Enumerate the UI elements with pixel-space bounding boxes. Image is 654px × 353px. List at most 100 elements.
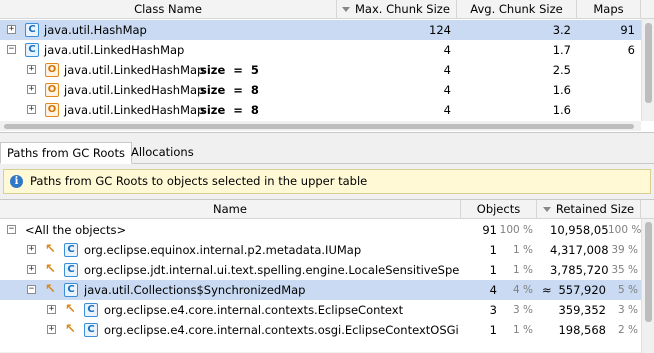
retained-size-percent: 39 % bbox=[611, 244, 638, 256]
expand-icon[interactable]: + bbox=[47, 325, 56, 334]
retained-size-value: 198,568 bbox=[558, 323, 606, 337]
class-icon: C bbox=[64, 263, 78, 277]
tab-paths-from-gc-roots[interactable]: Paths from GC Roots bbox=[0, 142, 132, 164]
paths-table-vertical-scroll-thumb[interactable] bbox=[645, 222, 652, 322]
gc-root-path-icon: ↖ bbox=[45, 242, 56, 257]
path-table-row[interactable]: − ↖ Cjava.util.Collections$SynchronizedMap… bbox=[0, 280, 641, 300]
collapse-icon[interactable]: − bbox=[7, 225, 16, 234]
column-header-maps[interactable]: Maps bbox=[577, 0, 641, 19]
objects-count: 91 bbox=[482, 223, 497, 237]
class-name: java.util.HashMap bbox=[44, 23, 147, 37]
sort-descending-icon bbox=[342, 7, 350, 12]
object-name: org.eclipse.e4.core.internal.contexts.os… bbox=[104, 323, 459, 337]
class-icon: C bbox=[25, 23, 39, 37]
objects-count: 1 bbox=[489, 323, 497, 337]
max-chunk-size-value: 124 bbox=[429, 23, 451, 37]
class-name: java.util.LinkedHashMap bbox=[44, 43, 185, 57]
object-name: org.eclipse.equinox.internal.p2.metadata… bbox=[84, 243, 362, 257]
collapse-icon[interactable]: − bbox=[7, 45, 16, 54]
class-table-vertical-scrollbar[interactable] bbox=[641, 19, 654, 121]
sort-descending-icon bbox=[542, 207, 551, 212]
expand-icon[interactable]: + bbox=[47, 305, 56, 314]
max-chunk-size-value: 4 bbox=[443, 83, 451, 97]
paths-table: Name Objects Retained Size − <All the obj… bbox=[0, 199, 654, 353]
class-table: Class Name Max. Chunk Size Avg. Chunk Si… bbox=[0, 0, 654, 133]
class-table-row[interactable]: + Ojava.util.LinkedHashMap size = 5 4 2.5 bbox=[0, 60, 641, 80]
column-header-name[interactable]: Name bbox=[0, 200, 461, 219]
class-name: java.util.LinkedHashMap bbox=[64, 63, 205, 77]
path-table-row[interactable]: + ↖ Corg.eclipse.e4.core.internal.contexts… bbox=[0, 320, 641, 340]
retained-size-value: 557,920 bbox=[558, 283, 606, 297]
class-icon: C bbox=[25, 43, 39, 57]
class-name: java.util.LinkedHashMap bbox=[64, 83, 205, 97]
retained-size-percent: 100 % bbox=[608, 224, 641, 236]
objects-percent: 4 % bbox=[513, 284, 533, 296]
object-name: org.eclipse.e4.core.internal.contexts.Ec… bbox=[104, 303, 404, 317]
path-table-row[interactable]: + ↖ Corg.eclipse.e4.core.internal.contexts… bbox=[0, 300, 641, 320]
object-instance-icon: O bbox=[45, 63, 59, 77]
class-table-header: Class Name Max. Chunk Size Avg. Chunk Si… bbox=[0, 0, 654, 19]
objects-percent: 1 % bbox=[513, 264, 533, 276]
collapse-icon[interactable]: − bbox=[27, 285, 36, 294]
retained-size-value: 4,317,008 bbox=[550, 243, 608, 257]
object-name: org.eclipse.jdt.internal.ui.text.spellin… bbox=[84, 263, 459, 277]
info-banner-text: Paths from GC Roots to objects selected … bbox=[30, 174, 368, 188]
retained-size-percent: 35 % bbox=[611, 264, 638, 276]
column-header-objects[interactable]: Objects bbox=[461, 200, 537, 219]
instance-size-label: size = 5 bbox=[200, 63, 259, 77]
max-chunk-size-value: 4 bbox=[443, 43, 451, 57]
expand-icon[interactable]: + bbox=[7, 25, 16, 34]
maps-value bbox=[577, 60, 641, 80]
object-name: <All the objects> bbox=[25, 223, 127, 237]
class-table-row[interactable]: + Cjava.util.HashMap 124 3.2 91 bbox=[0, 20, 641, 40]
maps-value bbox=[577, 80, 641, 100]
retained-size-percent: 2 % bbox=[618, 324, 638, 336]
maps-value: 91 bbox=[620, 23, 635, 37]
column-header-class-name[interactable]: Class Name bbox=[0, 0, 337, 19]
info-icon: i bbox=[10, 175, 23, 188]
objects-count: 1 bbox=[489, 243, 497, 257]
avg-chunk-size-value: 1.6 bbox=[552, 83, 571, 97]
expand-icon[interactable]: + bbox=[27, 85, 36, 94]
instance-size-label: size = 8 bbox=[200, 83, 259, 97]
instance-size-label: size = 8 bbox=[200, 103, 259, 117]
class-table-row[interactable]: + Ojava.util.LinkedHashMap size = 8 4 1.6 bbox=[0, 100, 641, 120]
class-table-row[interactable]: + Ojava.util.LinkedHashMap size = 8 4 1.6 bbox=[0, 80, 641, 100]
class-table-vertical-scroll-thumb[interactable] bbox=[645, 23, 652, 103]
gc-root-path-icon: ↖ bbox=[65, 302, 76, 317]
path-table-row[interactable]: + ↖ Corg.eclipse.equinox.internal.p2.metad… bbox=[0, 240, 641, 260]
expand-icon[interactable]: + bbox=[27, 245, 36, 254]
gc-root-path-icon: ↖ bbox=[45, 282, 56, 297]
path-table-row[interactable]: + ↖ Corg.eclipse.jdt.internal.ui.text.spel… bbox=[0, 260, 641, 280]
objects-percent: 100 % bbox=[499, 224, 533, 236]
path-table-row[interactable]: −<All the objects>91100 %10,958,056100 % bbox=[0, 220, 641, 240]
object-instance-icon: O bbox=[45, 103, 59, 117]
column-header-max-chunk-size[interactable]: Max. Chunk Size bbox=[337, 0, 457, 19]
tab-allocations[interactable]: Allocations bbox=[125, 142, 200, 164]
retained-size-value: 10,958,056 bbox=[550, 223, 608, 237]
retained-size-percent: 3 % bbox=[618, 304, 638, 316]
expand-icon[interactable]: + bbox=[27, 65, 36, 74]
max-chunk-size-value: 4 bbox=[443, 103, 451, 117]
objects-percent: 1 % bbox=[513, 324, 533, 336]
paths-table-header: Name Objects Retained Size bbox=[0, 200, 654, 219]
avg-chunk-size-value: 3.2 bbox=[552, 23, 571, 37]
max-chunk-size-value: 4 bbox=[443, 63, 451, 77]
column-header-retained-size[interactable]: Retained Size bbox=[537, 200, 641, 219]
avg-chunk-size-value: 1.7 bbox=[552, 43, 571, 57]
avg-chunk-size-value: 2.5 bbox=[552, 63, 571, 77]
class-table-row[interactable]: − Cjava.util.LinkedHashMap 4 1.7 6 bbox=[0, 40, 641, 60]
objects-percent: 1 % bbox=[513, 244, 533, 256]
paths-table-vertical-scrollbar[interactable] bbox=[641, 219, 654, 353]
objects-percent: 3 % bbox=[513, 304, 533, 316]
class-icon: C bbox=[64, 243, 78, 257]
objects-count: 1 bbox=[489, 263, 497, 277]
expand-icon[interactable]: + bbox=[27, 265, 36, 274]
expand-icon[interactable]: + bbox=[27, 105, 36, 114]
object-name: java.util.Collections$SynchronizedMap bbox=[84, 283, 306, 297]
class-table-horizontal-scroll-thumb[interactable] bbox=[4, 124, 634, 129]
class-icon: C bbox=[84, 323, 98, 337]
column-header-avg-chunk-size[interactable]: Avg. Chunk Size bbox=[457, 0, 577, 19]
avg-chunk-size-value: 1.6 bbox=[552, 103, 571, 117]
class-table-horizontal-scrollbar[interactable] bbox=[0, 121, 641, 131]
